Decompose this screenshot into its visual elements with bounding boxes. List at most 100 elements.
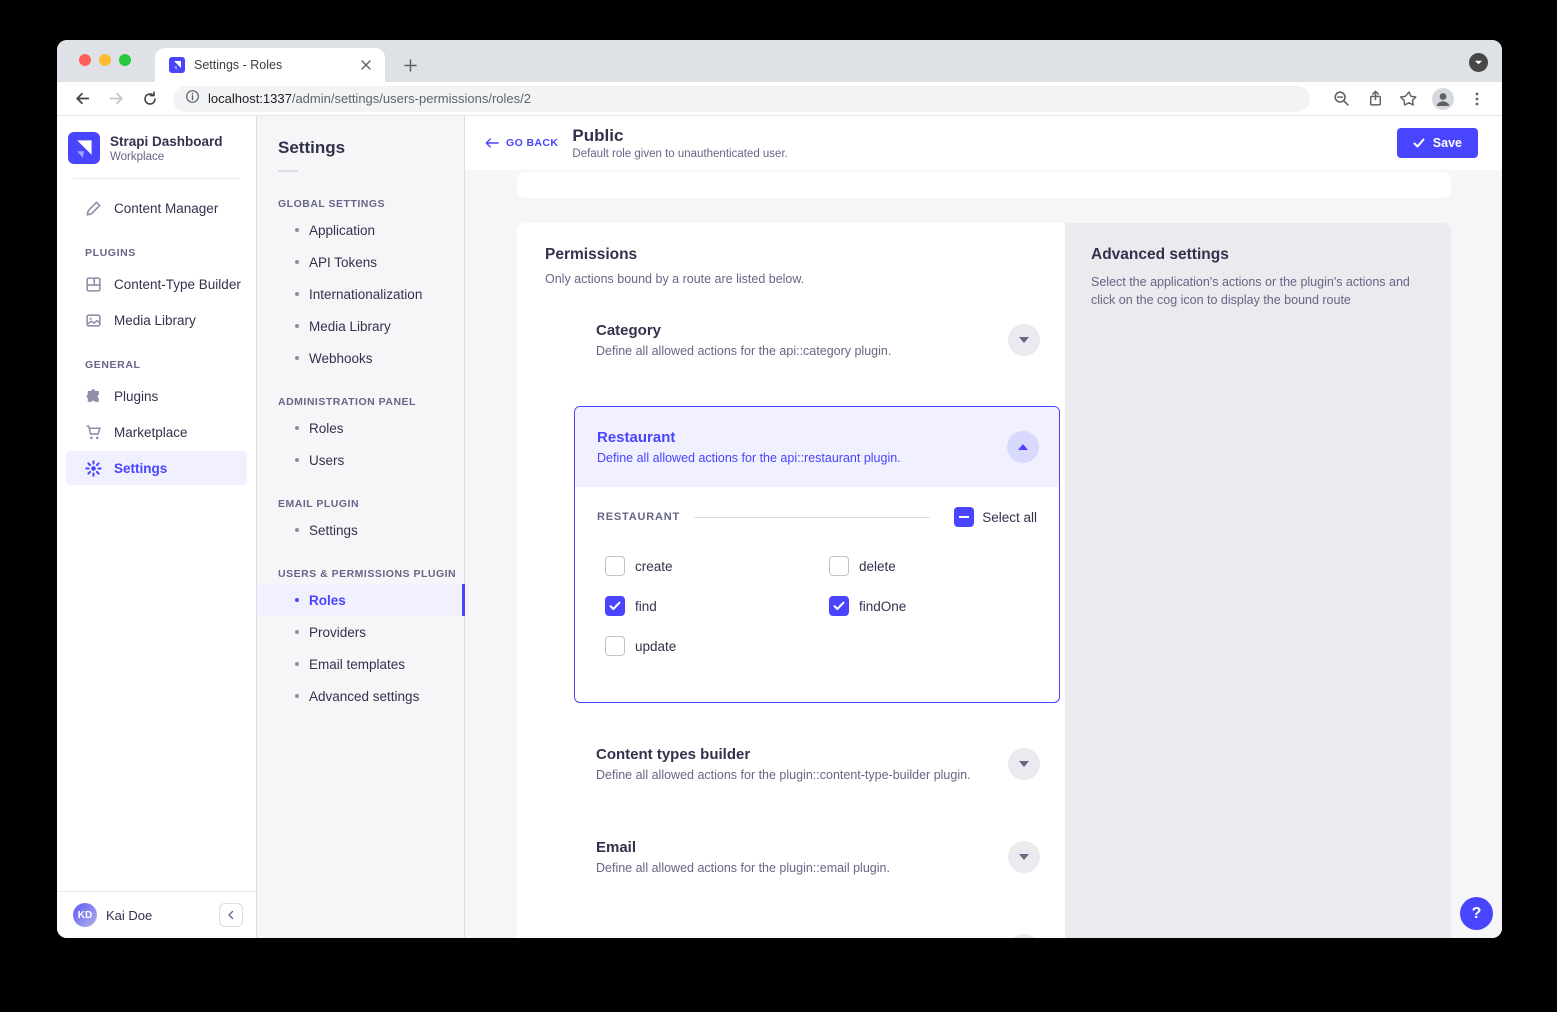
bullet-dot-icon xyxy=(295,292,299,296)
sidebar-item-content-manager[interactable]: Content Manager xyxy=(66,191,247,225)
divider xyxy=(694,517,930,518)
settings-nav-item-settings[interactable]: Settings xyxy=(257,514,464,546)
permission-action-delete: delete xyxy=(829,556,1037,576)
tab-close-icon[interactable] xyxy=(357,56,375,74)
main-sidebar: Strapi Dashboard Workplace Content Manag… xyxy=(57,116,257,938)
tab-title: Settings - Roles xyxy=(194,58,357,72)
page-info-icon[interactable] xyxy=(185,89,200,109)
permissions-panel: Permissions Only actions bound by a rout… xyxy=(517,223,1451,938)
select-all-checkbox[interactable] xyxy=(954,507,974,527)
accordion-email[interactable]: Email Define all allowed actions for the… xyxy=(574,830,1060,883)
sidebar-item-label: Plugins xyxy=(114,389,158,404)
settings-nav-item-email-templates[interactable]: Email templates xyxy=(257,648,464,680)
settings-nav-item-internationalization[interactable]: Internationalization xyxy=(257,278,464,310)
minimize-window-button[interactable] xyxy=(99,54,111,66)
settings-nav-item-label: Media Library xyxy=(309,319,391,334)
settings-nav-item-advanced-settings[interactable]: Advanced settings xyxy=(257,680,464,712)
collapse-sidebar-button[interactable] xyxy=(219,903,243,927)
settings-nav-item-users[interactable]: Users xyxy=(257,444,464,476)
settings-nav-item-label: API Tokens xyxy=(309,255,377,270)
bullet-dot-icon xyxy=(295,630,299,634)
pen-icon xyxy=(85,200,102,217)
advanced-settings-column: Advanced settings Select the application… xyxy=(1065,223,1451,938)
settings-nav-item-label: Email templates xyxy=(309,657,405,672)
settings-nav-item-label: Settings xyxy=(309,523,358,538)
role-header: GO BACK Public Default role given to una… xyxy=(465,116,1502,170)
bullet-dot-icon xyxy=(295,260,299,264)
reload-icon[interactable] xyxy=(137,86,163,112)
select-all-label: Select all xyxy=(982,510,1037,525)
settings-nav-item-application[interactable]: Application xyxy=(257,214,464,246)
advanced-settings-description: Select the application's actions or the … xyxy=(1091,273,1411,309)
checkbox-create[interactable] xyxy=(605,556,625,576)
strapi-favicon-icon xyxy=(169,57,185,73)
accordion-i18n[interactable]: i18n xyxy=(574,923,1060,938)
select-all-control: Select all xyxy=(954,507,1037,527)
close-window-button[interactable] xyxy=(79,54,91,66)
url-text: localhost:1337/admin/settings/users-perm… xyxy=(208,91,531,106)
sidebar-item-media-library[interactable]: Media Library xyxy=(66,303,247,337)
tab-search-button[interactable] xyxy=(1469,53,1488,72)
accordion-body: RESTAURANT Select all create xyxy=(575,487,1059,702)
checkbox-update[interactable] xyxy=(605,636,625,656)
back-icon[interactable] xyxy=(69,86,95,112)
permission-action-grid: create delete find findOne xyxy=(605,556,1037,656)
bullet-dot-icon xyxy=(295,228,299,232)
browser-toolbar: localhost:1337/admin/settings/users-perm… xyxy=(57,82,1502,116)
address-bar[interactable]: localhost:1337/admin/settings/users-perm… xyxy=(173,86,1310,112)
permissions-title: Permissions xyxy=(545,246,1065,264)
settings-nav-item-roles[interactable]: Roles xyxy=(257,412,464,444)
role-details-card-fragment xyxy=(517,172,1451,198)
accordion-restaurant-header[interactable]: Restaurant Define all allowed actions fo… xyxy=(575,407,1059,487)
workspace-brand[interactable]: Strapi Dashboard Workplace xyxy=(57,116,256,178)
scroll-area[interactable]: Permissions Only actions bound by a rout… xyxy=(465,170,1502,938)
bookmark-star-icon[interactable] xyxy=(1396,86,1422,112)
settings-section-label: ADMINISTRATION PANEL xyxy=(257,374,464,412)
accordion-category[interactable]: Category Define all allowed actions for … xyxy=(574,313,1060,366)
settings-sidebar-title: Settings xyxy=(257,116,464,158)
settings-nav-item-api-tokens[interactable]: API Tokens xyxy=(257,246,464,278)
forward-icon[interactable] xyxy=(103,86,129,112)
checkbox-delete[interactable] xyxy=(829,556,849,576)
avatar[interactable]: KD xyxy=(73,903,97,927)
zoom-out-icon[interactable] xyxy=(1328,86,1354,112)
chevron-down-icon[interactable] xyxy=(1008,841,1040,873)
accordion-content-types-builder[interactable]: Content types builder Define all allowed… xyxy=(574,737,1060,790)
new-tab-button[interactable] xyxy=(397,52,423,78)
menu-kebab-icon[interactable] xyxy=(1464,86,1490,112)
chevron-down-icon[interactable] xyxy=(1008,748,1040,780)
checkbox-findone[interactable] xyxy=(829,596,849,616)
go-back-link[interactable]: GO BACK xyxy=(485,137,558,149)
cart-icon xyxy=(85,424,102,441)
accordion-title: Email xyxy=(596,839,1008,856)
sidebar-item-settings[interactable]: Settings xyxy=(66,451,247,485)
accordion-restaurant-expanded: Restaurant Define all allowed actions fo… xyxy=(574,406,1060,703)
help-button[interactable]: ? xyxy=(1460,897,1493,930)
sidebar-section-label: GENERAL xyxy=(57,339,256,377)
chevron-up-icon[interactable] xyxy=(1007,431,1039,463)
settings-nav-item-media-library[interactable]: Media Library xyxy=(257,310,464,342)
sidebar-item-plugins[interactable]: Plugins xyxy=(66,379,247,413)
settings-nav-item-webhooks[interactable]: Webhooks xyxy=(257,342,464,374)
advanced-settings-title: Advanced settings xyxy=(1091,246,1421,264)
accordion-title: Content types builder xyxy=(596,746,1008,763)
save-button[interactable]: Save xyxy=(1397,128,1478,158)
browser-window: Settings - Roles localhost:1337/admin/se… xyxy=(57,40,1502,938)
permission-action-label: delete xyxy=(859,559,896,574)
chevron-down-icon[interactable] xyxy=(1008,934,1040,939)
gear-icon xyxy=(85,460,102,477)
bullet-dot-icon xyxy=(295,694,299,698)
workspace-subtitle: Workplace xyxy=(110,151,223,163)
settings-nav-item-providers[interactable]: Providers xyxy=(257,616,464,648)
sidebar-item-content-type-builder[interactable]: Content-Type Builder xyxy=(66,267,247,301)
sidebar-item-marketplace[interactable]: Marketplace xyxy=(66,415,247,449)
permissions-column: Permissions Only actions bound by a rout… xyxy=(517,223,1065,938)
settings-nav-item-roles[interactable]: Roles xyxy=(257,584,464,616)
share-icon[interactable] xyxy=(1362,86,1388,112)
chevron-down-icon[interactable] xyxy=(1008,324,1040,356)
browser-tab[interactable]: Settings - Roles xyxy=(155,48,385,82)
profile-avatar-icon[interactable] xyxy=(1430,86,1456,112)
maximize-window-button[interactable] xyxy=(119,54,131,66)
sidebar-item-label: Content Manager xyxy=(114,201,218,216)
checkbox-find[interactable] xyxy=(605,596,625,616)
